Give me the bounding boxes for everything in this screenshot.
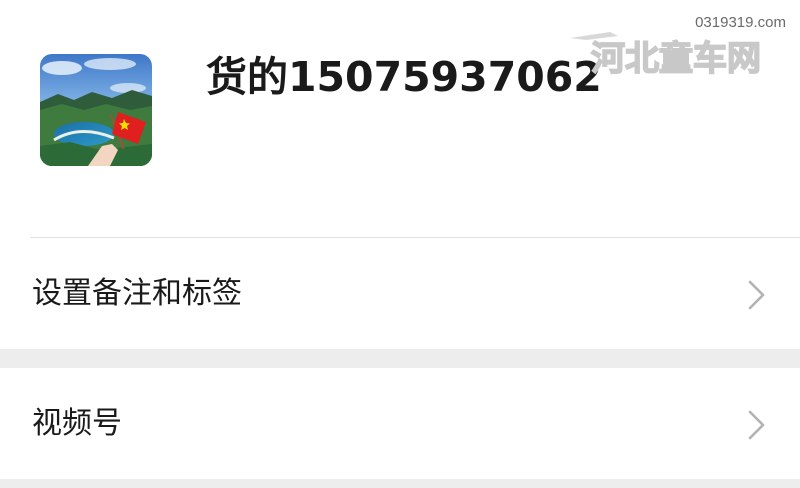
chevron-right-icon xyxy=(746,278,768,312)
avatar[interactable] xyxy=(40,54,152,166)
avatar-image-icon xyxy=(40,54,152,166)
watermark: 0319319.com 河北童车网 xyxy=(566,10,786,80)
set-remark-and-tags-row[interactable]: 设置备注和标签 xyxy=(0,238,800,349)
channels-label: 视频号 xyxy=(32,406,122,441)
contact-nickname: 货的15075937062 xyxy=(206,53,602,101)
channels-row[interactable]: 视频号 xyxy=(0,368,800,479)
watermark-logo: 河北童车网 xyxy=(566,30,786,80)
chevron-right-icon xyxy=(746,408,768,442)
contact-profile-page: 货的15075937062 设置备注和标签 视频号 0319319.com 河北… xyxy=(0,0,800,488)
watermark-url: 0319319.com xyxy=(695,14,786,31)
set-remark-and-tags-label: 设置备注和标签 xyxy=(32,276,242,311)
watermark-logo-text: 河北童车网 xyxy=(591,39,761,79)
